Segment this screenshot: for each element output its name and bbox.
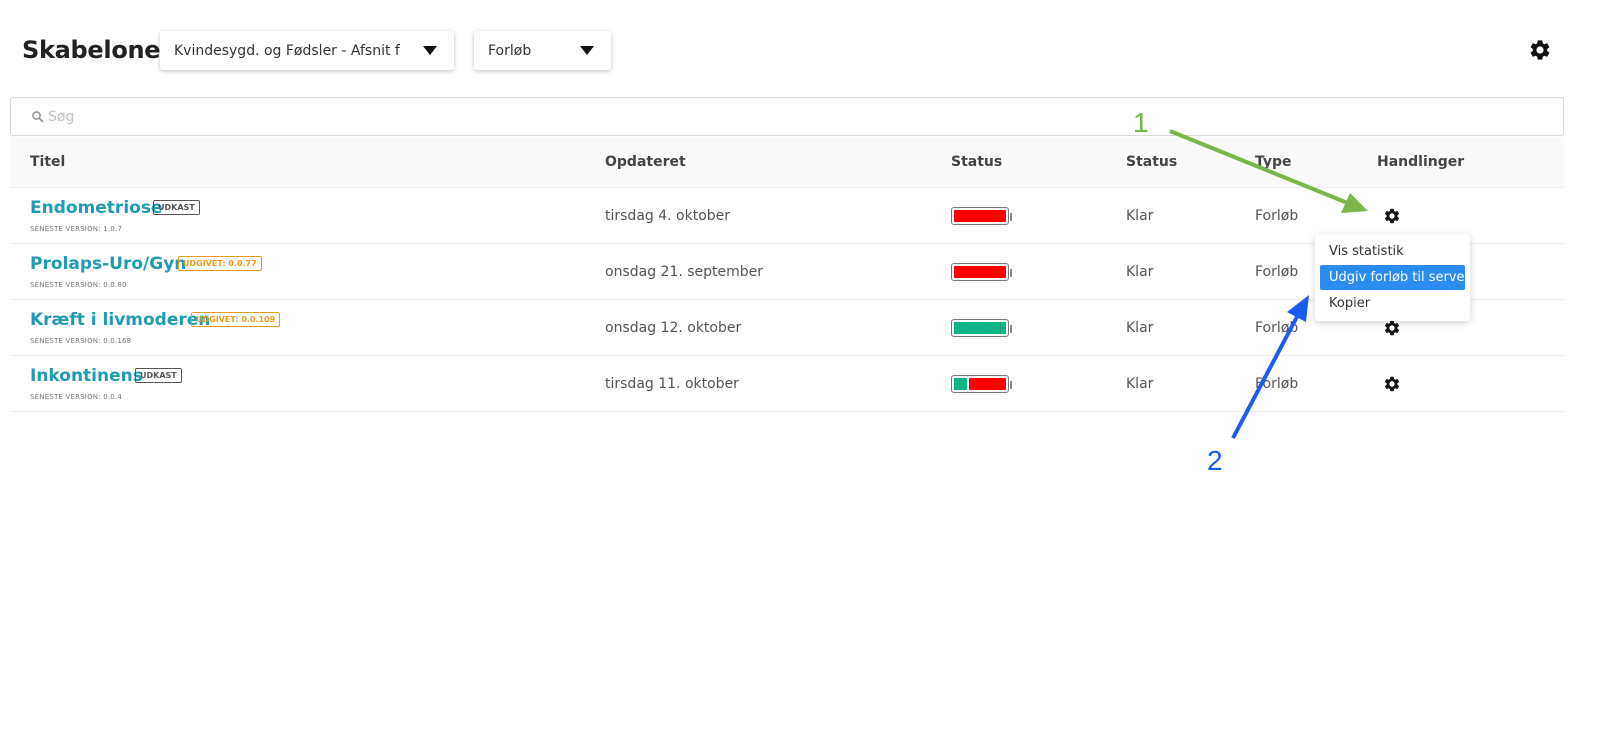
template-title-link[interactable]: Kræft i livmoderen <box>30 310 210 330</box>
progress-segment-red <box>969 378 1006 390</box>
status-text: Klar <box>1126 376 1154 392</box>
row-actions-menu: Vis statistik Udgiv forløb til server Ko… <box>1315 234 1470 321</box>
table-header: Titel Opdateret Status Status Type Handl… <box>10 137 1564 188</box>
updated-date: onsdag 21. september <box>605 264 764 280</box>
caret-down-icon <box>423 46 437 55</box>
progress-segment-green <box>954 378 967 390</box>
status-text: Klar <box>1126 320 1154 336</box>
menu-item-publish-to-server[interactable]: Udgiv forløb til server <box>1320 265 1470 290</box>
updated-date: tirsdag 11. oktober <box>605 376 739 392</box>
progress-segment-green <box>954 322 1006 334</box>
menu-item-copy[interactable]: Kopier <box>1320 291 1465 316</box>
status-text: Klar <box>1126 264 1154 280</box>
search-bar <box>10 97 1564 136</box>
latest-version-label: SENESTE VERSION: 0.0.80 <box>30 281 127 289</box>
column-header-actions: Handlinger <box>1377 154 1465 170</box>
table-row: Inkontinens UDKAST SENESTE VERSION: 0.0.… <box>10 356 1564 412</box>
column-header-updated[interactable]: Opdateret <box>605 154 686 170</box>
template-title-link[interactable]: Prolaps-Uro/Gyn <box>30 254 186 274</box>
template-title-link[interactable]: Endometriose <box>30 198 162 218</box>
version-badge: UDKAST <box>153 200 200 215</box>
column-header-status[interactable]: Status <box>1126 154 1177 170</box>
search-input[interactable] <box>48 108 1528 125</box>
row-actions-gear-icon[interactable] <box>1383 375 1401 393</box>
type-text: Forløb <box>1255 208 1299 224</box>
caret-down-icon <box>580 46 594 55</box>
page-title: Skabeloner <box>22 36 172 64</box>
search-icon <box>32 111 44 123</box>
column-header-title[interactable]: Titel <box>30 154 65 170</box>
annotation-label-1: 1 <box>1133 107 1149 138</box>
type-text: Forløb <box>1255 264 1299 280</box>
progress-battery <box>951 319 1012 337</box>
department-dropdown[interactable]: Kvindesygd. og Fødsler - Afsnit for K... <box>160 31 454 70</box>
progress-battery <box>951 375 1012 393</box>
department-dropdown-label: Kvindesygd. og Fødsler - Afsnit for K... <box>174 42 400 59</box>
settings-gear-icon[interactable] <box>1528 38 1552 62</box>
type-dropdown[interactable]: Forløb <box>474 31 611 70</box>
latest-version-label: SENESTE VERSION: 1.0.7 <box>30 225 123 233</box>
progress-battery <box>951 263 1012 281</box>
column-header-type[interactable]: Type <box>1255 154 1292 170</box>
menu-item-view-statistics[interactable]: Vis statistik <box>1320 239 1465 264</box>
annotation-label-2: 2 <box>1207 445 1223 476</box>
progress-battery <box>951 207 1012 225</box>
type-text: Forløb <box>1255 320 1299 336</box>
type-text: Forløb <box>1255 376 1299 392</box>
updated-date: tirsdag 4. oktober <box>605 208 731 224</box>
progress-segment-red <box>954 266 1006 278</box>
page-header: Skabeloner Kvindesygd. og Fødsler - Afsn… <box>0 0 1600 100</box>
progress-segment-red <box>954 210 1006 222</box>
type-dropdown-label: Forløb <box>488 42 532 59</box>
version-badge: UDKAST <box>135 368 182 383</box>
column-header-progress[interactable]: Status <box>951 154 1002 170</box>
row-actions-gear-icon[interactable] <box>1383 319 1401 337</box>
status-text: Klar <box>1126 208 1154 224</box>
version-badge: UDGIVET: 0.0.109 <box>191 312 281 327</box>
template-title-link[interactable]: Inkontinens <box>30 366 143 386</box>
row-actions-gear-icon[interactable] <box>1383 207 1401 225</box>
latest-version-label: SENESTE VERSION: 0.0.168 <box>30 337 132 345</box>
updated-date: onsdag 12. oktober <box>605 320 742 336</box>
version-badge: UDGIVET: 0.0.77 <box>178 256 262 271</box>
latest-version-label: SENESTE VERSION: 0.0.4 <box>30 393 123 401</box>
